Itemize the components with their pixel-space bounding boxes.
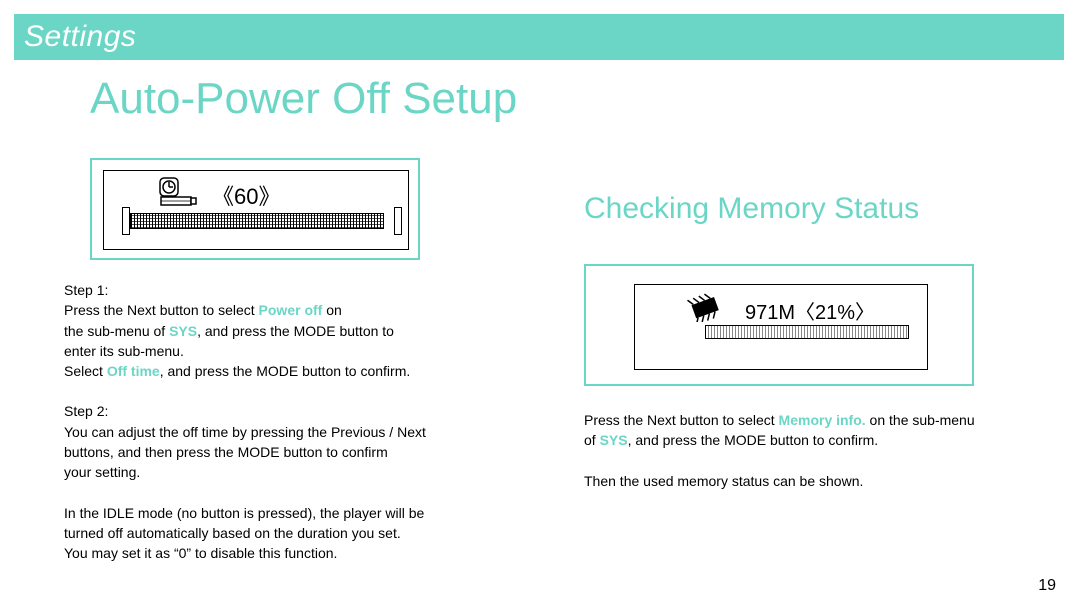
step2-label: Step 2: bbox=[64, 401, 564, 421]
keyword-sys: SYS bbox=[600, 432, 628, 448]
keyword-power-off: Power off bbox=[259, 302, 323, 318]
memory-chip-icon bbox=[685, 292, 729, 327]
step1-line3: enter its sub-menu. bbox=[64, 341, 564, 361]
figure-power-off: 《60》 bbox=[90, 158, 420, 260]
text-fragment: , and press the MODE button to confirm. bbox=[160, 363, 411, 379]
main-title: Auto-Power Off Setup bbox=[90, 74, 517, 124]
text-fragment: Select bbox=[64, 363, 107, 379]
bar-body bbox=[130, 213, 384, 229]
text-fragment: on the sub-menu bbox=[866, 412, 975, 428]
page-section-title: Settings bbox=[24, 20, 136, 54]
figure-power-off-lcd: 《60》 bbox=[103, 170, 409, 250]
step2-line1: You can adjust the off time by pressing … bbox=[64, 422, 564, 442]
idle-line2: turned off automatically based on the du… bbox=[64, 523, 564, 543]
figure-memory-status: 971M〈21%〉 bbox=[584, 264, 974, 386]
text-fragment: on bbox=[322, 302, 341, 318]
steps-block: Step 1: Press the Next button to select … bbox=[64, 280, 564, 564]
memory-title: Checking Memory Status bbox=[584, 192, 919, 226]
step2-line2: buttons, and then press the MODE button … bbox=[64, 442, 564, 462]
text-fragment: , and press the MODE button to bbox=[197, 323, 394, 339]
progress-bar bbox=[126, 207, 398, 235]
text-fragment: the sub-menu of bbox=[64, 323, 169, 339]
step1-line2: the sub-menu of SYS, and press the MODE … bbox=[64, 321, 564, 341]
bar-cap-right bbox=[394, 207, 402, 235]
idle-line1: In the IDLE mode (no button is pressed),… bbox=[64, 503, 564, 523]
keyword-memory-info: Memory info. bbox=[779, 412, 866, 428]
memory-text-block: Press the Next button to select Memory i… bbox=[584, 410, 1044, 491]
figure-memory-lcd: 971M〈21%〉 bbox=[634, 284, 928, 370]
memory-value: 971M〈21%〉 bbox=[745, 296, 875, 325]
step1-label: Step 1: bbox=[64, 280, 564, 300]
idle-line3: You may set it as “0” to disable this fu… bbox=[64, 543, 564, 563]
step2-line3: your setting. bbox=[64, 462, 564, 482]
bar-cap-left bbox=[122, 207, 130, 235]
mem-line2: of SYS, and press the MODE button to con… bbox=[584, 430, 1044, 450]
text-fragment: Press the Next button to select bbox=[64, 302, 259, 318]
step1-line4: Select Off time, and press the MODE butt… bbox=[64, 361, 564, 381]
text-fragment: Press the Next button to select bbox=[584, 412, 779, 428]
page-number: 19 bbox=[1038, 577, 1056, 595]
mem-line1: Press the Next button to select Memory i… bbox=[584, 410, 1044, 430]
step1-line1: Press the Next button to select Power of… bbox=[64, 300, 564, 320]
keyword-sys: SYS bbox=[169, 323, 197, 339]
text-fragment: of bbox=[584, 432, 600, 448]
mem-line3: Then the used memory status can be shown… bbox=[584, 471, 1044, 491]
keyword-off-time: Off time bbox=[107, 363, 160, 379]
memory-bar bbox=[705, 325, 909, 339]
header-band: Settings bbox=[14, 14, 1064, 60]
text-fragment: , and press the MODE button to confirm. bbox=[628, 432, 879, 448]
